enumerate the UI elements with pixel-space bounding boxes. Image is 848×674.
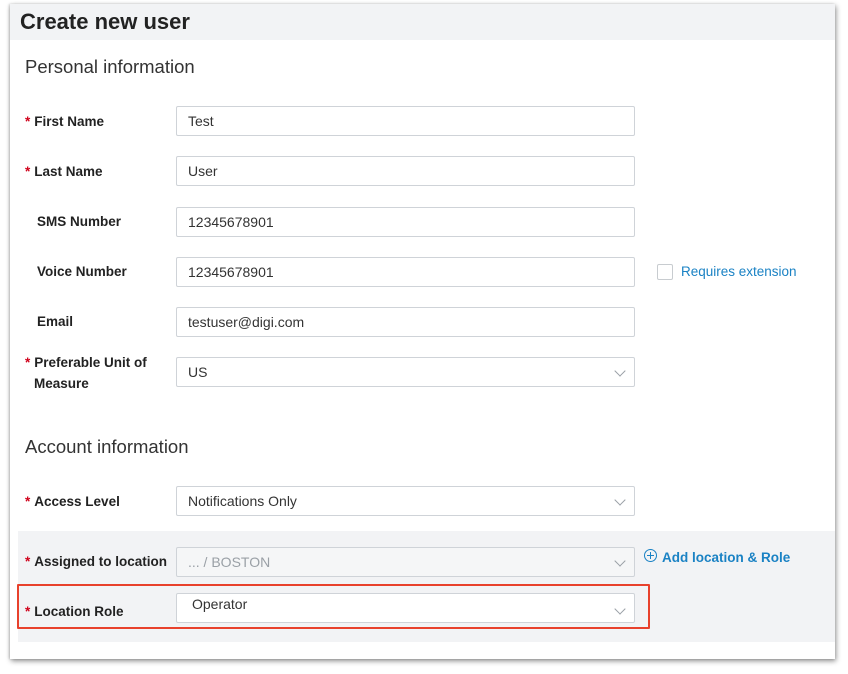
required-marker: * [25,355,31,370]
required-marker: * [25,114,31,129]
required-marker: * [25,494,31,509]
last-name-field[interactable] [176,156,635,186]
location-role-highlight [17,584,650,629]
assigned-location-select[interactable]: ... / BOSTON [176,547,635,577]
sms-number-label: SMS Number [37,214,122,229]
chevron-down-icon [614,365,626,377]
required-marker: * [25,554,31,569]
chevron-down-icon [614,555,626,567]
add-location-role-link[interactable]: Add location & Role [662,550,790,565]
unit-label: * Preferable Unit of Measure [25,355,147,391]
page-title: Create new user [20,9,190,34]
email-label: Email [37,314,74,329]
first-name-field[interactable] [176,106,635,136]
personal-info-heading: Personal information [25,56,195,77]
required-marker: * [25,164,31,179]
create-user-panel: Create new user Personal information * Fi… [10,4,835,659]
plus-circle-icon[interactable] [644,549,657,562]
voice-number-field[interactable] [176,257,635,287]
account-info-heading: Account information [25,436,189,457]
last-name-label: * Last Name [25,164,103,179]
email-field[interactable] [176,307,635,337]
unit-select-value: US [188,364,208,380]
sms-number-field[interactable] [176,207,635,237]
access-level-label: * Access Level [25,494,120,509]
access-level-select[interactable]: Notifications Only [176,486,635,516]
title-bar: Create new user [10,4,835,40]
first-name-label: * First Name [25,114,105,129]
requires-extension-label[interactable]: Requires extension [681,264,797,279]
requires-extension-checkbox[interactable] [657,264,673,280]
assigned-location-value: ... / BOSTON [188,554,271,570]
unit-select[interactable]: US [176,357,635,387]
assigned-location-label: * Assigned to location [25,554,168,569]
chevron-down-icon [614,494,626,506]
voice-number-label: Voice Number [37,264,127,279]
access-level-value: Notifications Only [188,493,297,509]
